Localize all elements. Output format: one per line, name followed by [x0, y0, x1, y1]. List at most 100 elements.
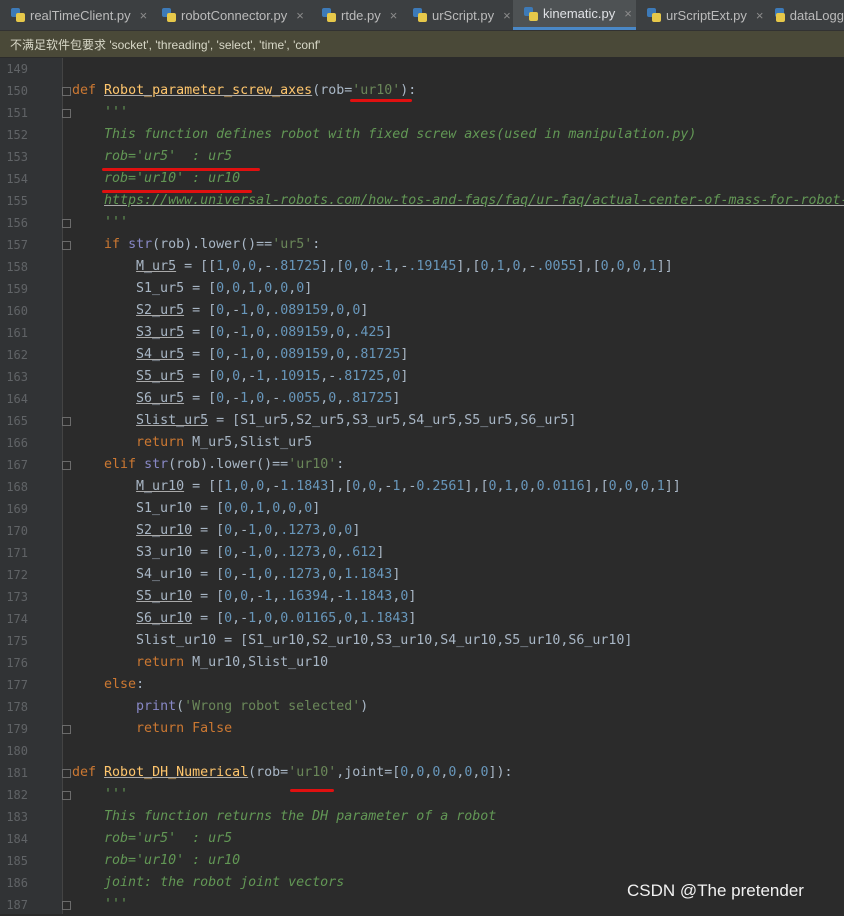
code-line: 151 '''	[0, 102, 844, 124]
code-line: 173 S5_ur10 = [0,0,-1,.16394,-1.1843,0]	[0, 586, 844, 608]
close-icon[interactable]: ×	[756, 8, 764, 23]
code-line: 149	[0, 58, 844, 80]
close-icon[interactable]: ×	[624, 6, 632, 21]
code-text: joint: the robot joint vectors	[104, 875, 345, 890]
line-number: 182	[6, 788, 28, 802]
line-number: 181	[6, 766, 28, 780]
code-line: 155 https://www.universal-robots.com/how…	[0, 190, 844, 212]
fold-marker-icon[interactable]	[62, 791, 71, 800]
code-text: rob='ur10' : ur10	[104, 171, 241, 186]
code-line: 171 S3_ur10 = [0,-1,0,.1273,0,.612]	[0, 542, 844, 564]
python-file-icon	[162, 8, 176, 22]
code-line: 176 return M_ur10,Slist_ur10	[0, 652, 844, 674]
code-text: return False	[136, 721, 233, 736]
line-number: 175	[6, 634, 28, 648]
line-number: 152	[6, 128, 28, 142]
code-text: elif str(rob).lower()=='ur10':	[104, 457, 345, 472]
fold-marker-icon[interactable]	[62, 417, 71, 426]
fold-marker-icon[interactable]	[62, 461, 71, 470]
close-icon[interactable]: ×	[390, 8, 398, 23]
code-text: S1_ur5 = [0,0,1,0,0,0]	[72, 281, 313, 296]
fold-marker-icon[interactable]	[62, 219, 71, 228]
code-text: else:	[104, 677, 145, 692]
code-text: rob='ur5' : ur5	[104, 831, 233, 846]
code-text: '''	[104, 787, 129, 802]
code-text: S3_ur10 = [0,-1,0,.1273,0,.612]	[72, 545, 385, 560]
code-text: return M_ur5,Slist_ur5	[136, 435, 313, 450]
code-line: 156 '''	[0, 212, 844, 234]
line-number: 162	[6, 348, 28, 362]
line-number: 163	[6, 370, 28, 384]
code-editor[interactable]: 149 150 def Robot_parameter_screw_axes(rob…	[0, 58, 844, 914]
code-text: S5_ur5 = [0,0,-1,.10915,-.81725,0]	[136, 369, 409, 384]
code-text: S6_ur10 = [0,-1,0,0.01165,0,1.1843]	[136, 611, 417, 626]
tab-urscriptext-py[interactable]: urScriptExt.py ×	[636, 0, 764, 30]
line-number: 168	[6, 480, 28, 494]
line-number: 159	[6, 282, 28, 296]
code-line: 179 return False	[0, 718, 844, 740]
code-text: S2_ur10 = [0,-1,0,.1273,0,0]	[136, 523, 361, 538]
code-text: S6_ur5 = [0,-1,0,-.0055,0,.81725]	[136, 391, 401, 406]
line-number: 187	[6, 898, 28, 912]
line-number: 183	[6, 810, 28, 824]
tab-label: urScriptExt.py	[666, 7, 747, 23]
annotation-red-line	[350, 99, 412, 102]
line-number: 172	[6, 568, 28, 582]
tab-robotconnector-py[interactable]: robotConnector.py ×	[151, 0, 311, 30]
fold-marker-icon[interactable]	[62, 725, 71, 734]
tab-label: rtde.py	[341, 7, 381, 23]
code-text: rob='ur10' : ur10	[104, 853, 241, 868]
python-file-icon	[11, 8, 25, 22]
python-file-icon	[322, 8, 336, 22]
line-number: 186	[6, 876, 28, 890]
python-file-icon	[524, 6, 538, 21]
line-number: 169	[6, 502, 28, 516]
close-icon[interactable]: ×	[296, 8, 304, 23]
code-line: 177 else:	[0, 674, 844, 696]
code-line: 181 def Robot_DH_Numerical(rob='ur10',joi…	[0, 762, 844, 784]
fold-marker-icon[interactable]	[62, 87, 71, 96]
line-number: 156	[6, 216, 28, 230]
fold-marker-icon[interactable]	[62, 769, 71, 778]
line-number: 177	[6, 678, 28, 692]
python-file-icon	[413, 8, 427, 22]
tab-label: robotConnector.py	[181, 7, 288, 23]
fold-marker-icon[interactable]	[62, 901, 71, 910]
code-text: https://www.universal-robots.com/how-tos…	[104, 193, 844, 208]
fold-marker-icon[interactable]	[62, 241, 71, 250]
tab-kinematic-py[interactable]: kinematic.py ×	[513, 0, 636, 30]
line-number: 174	[6, 612, 28, 626]
line-number: 184	[6, 832, 28, 846]
tab-realtimeclient-py[interactable]: realTimeClient.py ×	[0, 0, 151, 30]
code-line: 168 M_ur10 = [[1,0,0,-1.1843],[0,0,-1,-0…	[0, 476, 844, 498]
code-line: 159 S1_ur5 = [0,0,1,0,0,0]	[0, 278, 844, 300]
code-line: 172 S4_ur10 = [0,-1,0,.1273,0,1.1843]	[0, 564, 844, 586]
tab-datalogg[interactable]: dataLogg	[764, 0, 844, 30]
line-number: 166	[6, 436, 28, 450]
code-line: 169 S1_ur10 = [0,0,1,0,0,0]	[0, 498, 844, 520]
code-line: 152 This function defines robot with fix…	[0, 124, 844, 146]
code-line: 183 This function returns the DH paramet…	[0, 806, 844, 828]
fold-marker-icon[interactable]	[62, 109, 71, 118]
banner-text: 不满足软件包要求 'socket', 'threading', 'select'…	[10, 37, 321, 52]
code-line: 165 Slist_ur5 = [S1_ur5,S2_ur5,S3_ur5,S4…	[0, 410, 844, 432]
code-text: This function returns the DH parameter o…	[104, 809, 497, 824]
line-number: 151	[6, 106, 28, 120]
line-number: 154	[6, 172, 28, 186]
line-number: 160	[6, 304, 28, 318]
code-text: if str(rob).lower()=='ur5':	[104, 237, 321, 252]
close-icon[interactable]: ×	[140, 8, 148, 23]
code-line: 161 S3_ur5 = [0,-1,0,.089159,0,.425]	[0, 322, 844, 344]
line-number: 173	[6, 590, 28, 604]
code-line: 153 rob='ur5' : ur5	[0, 146, 844, 168]
code-line: 163 S5_ur5 = [0,0,-1,.10915,-.81725,0]	[0, 366, 844, 388]
close-icon[interactable]: ×	[503, 8, 511, 23]
line-number: 150	[6, 84, 28, 98]
line-number: 164	[6, 392, 28, 406]
line-number: 180	[6, 744, 28, 758]
code-text: def Robot_DH_Numerical(rob='ur10',joint=…	[72, 765, 513, 780]
code-line: 175 Slist_ur10 = [S1_ur10,S2_ur10,S3_ur1…	[0, 630, 844, 652]
code-line: 162 S4_ur5 = [0,-1,0,.089159,0,.81725]	[0, 344, 844, 366]
tab-urscript-py[interactable]: urScript.py ×	[402, 0, 513, 30]
tab-rtde-py[interactable]: rtde.py ×	[311, 0, 402, 30]
